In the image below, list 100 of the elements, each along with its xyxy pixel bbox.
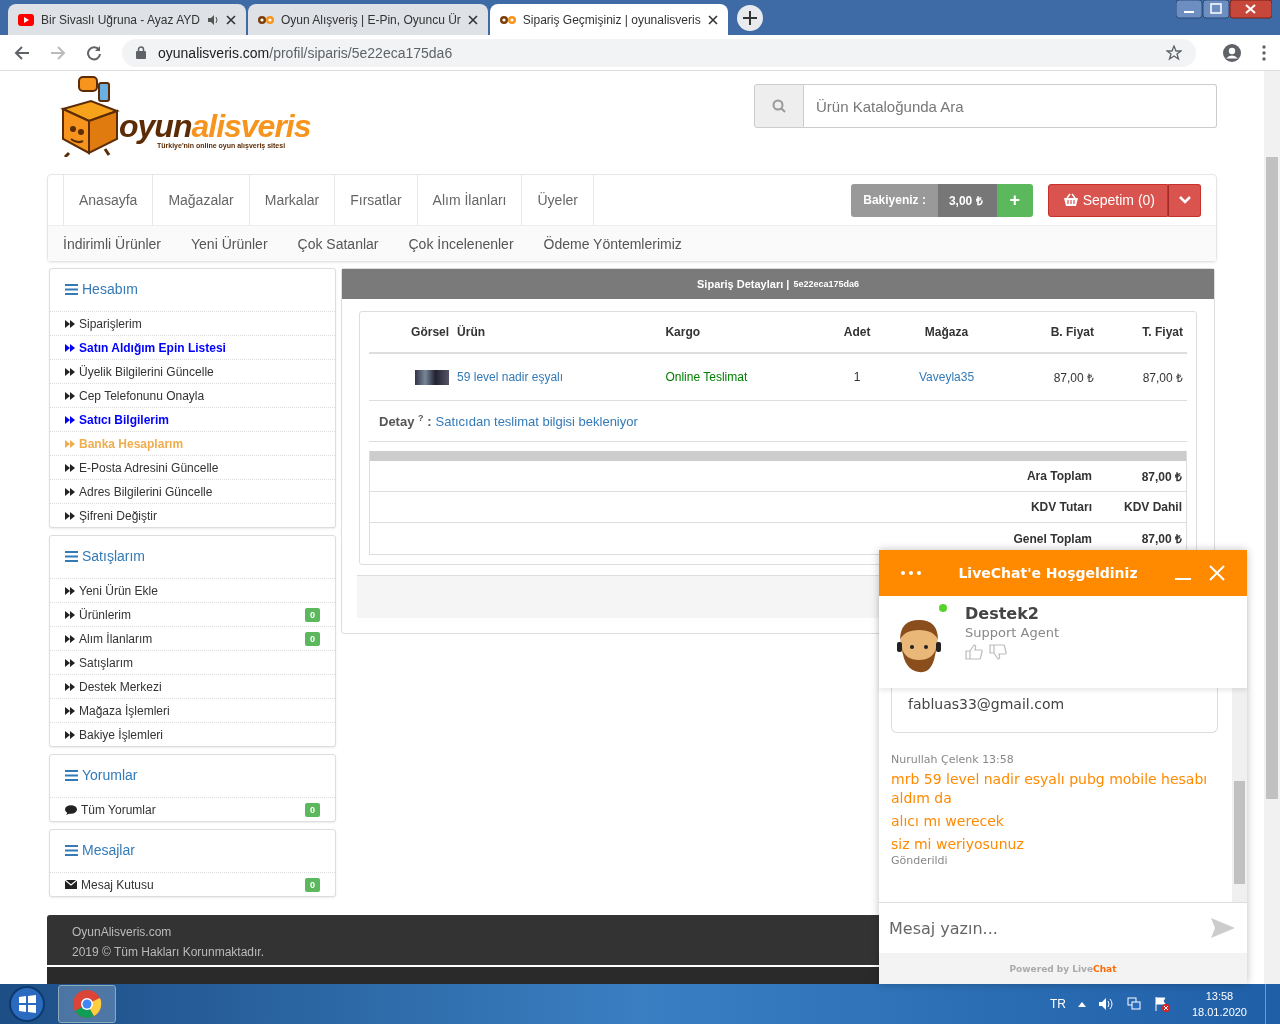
- double-chevron-icon: [65, 633, 75, 644]
- up-caret-icon[interactable]: [1077, 1001, 1086, 1007]
- double-chevron-icon: [65, 438, 75, 449]
- flag-alert-icon[interactable]: [1153, 996, 1170, 1012]
- product-link[interactable]: 59 level nadir eşyalı: [457, 370, 564, 384]
- panel-title[interactable]: Hesabım: [50, 269, 335, 311]
- nav-link[interactable]: Yeni Ürünler: [191, 235, 268, 252]
- total-label: Ara Toplam: [1025, 469, 1092, 483]
- chevron-down-icon: [1178, 196, 1191, 204]
- reload-icon[interactable]: [86, 44, 102, 61]
- nav-link[interactable]: Çok Satanlar: [297, 235, 379, 252]
- column-header: Kargo: [661, 312, 826, 353]
- column-header: T. Fiyat: [1098, 312, 1187, 353]
- clock-time[interactable]: 13:58: [1191, 988, 1247, 1004]
- panel-title: Sipariş Detayları |: [697, 278, 790, 290]
- logo-wordmark[interactable]: oyunalisveris: [119, 110, 311, 142]
- column-header: Görsel: [369, 312, 454, 353]
- star-icon[interactable]: [1166, 44, 1182, 61]
- nav-link[interactable]: Ödeme Yöntemlerimiz: [543, 235, 682, 252]
- clock-date[interactable]: 18.01.2020: [1191, 1004, 1247, 1020]
- sidebar-item[interactable]: Satışlarım: [50, 651, 335, 675]
- start-orb-icon[interactable]: [8, 985, 46, 1023]
- nav-link[interactable]: İndirimli Ürünler: [63, 235, 162, 252]
- more-dots-icon[interactable]: [901, 571, 921, 575]
- sidebar-item[interactable]: Alım İlanlarım 0: [50, 627, 335, 651]
- table-cell: 87,00 ₺: [1053, 370, 1094, 385]
- count-badge: 0: [305, 802, 320, 817]
- panel-title[interactable]: Yorumlar: [50, 755, 335, 797]
- sidebar-item[interactable]: Satın Aldığım Epin Listesi: [50, 336, 335, 360]
- panel-title[interactable]: Satışlarım: [50, 536, 335, 578]
- nav-link[interactable]: Çok İncelenenler: [408, 235, 514, 252]
- search-icon: [772, 99, 786, 113]
- double-chevron-icon: [65, 390, 75, 401]
- double-chevron-icon: [65, 462, 75, 473]
- count-badge: 0: [305, 631, 320, 646]
- sidebar-item[interactable]: Cep Telefonunu Onayla: [50, 384, 335, 408]
- total-label: KDV Tutarı: [1029, 500, 1092, 514]
- speaker-icon[interactable]: [1097, 997, 1114, 1011]
- sidebar-item[interactable]: Satıcı Bilgilerim: [50, 408, 335, 432]
- sidebar-item[interactable]: Adres Bilgilerini Güncelle: [50, 480, 335, 504]
- count-badge: 0: [305, 877, 320, 892]
- double-chevron-icon: [65, 318, 75, 329]
- sidebar-item[interactable]: Üyelik Bilgilerini Güncelle: [50, 360, 335, 384]
- product-thumbnail[interactable]: [415, 369, 450, 385]
- column-header: Adet: [825, 312, 889, 353]
- column-header: Ürün: [453, 312, 662, 353]
- panel-title[interactable]: Mesajlar: [50, 830, 335, 872]
- account-icon[interactable]: [1222, 42, 1242, 63]
- agent-role: Support Agent: [965, 625, 1059, 640]
- sidebar-item[interactable]: Ürünlerim 0: [50, 603, 335, 627]
- store-link[interactable]: Vaveyla35: [918, 370, 975, 384]
- tab-title: Bir Sivaslı Uğruna - Ayaz AYD: [41, 12, 200, 27]
- sidebar-item[interactable]: E-Posta Adresini Güncelle: [50, 456, 335, 480]
- double-chevron-icon: [65, 705, 75, 716]
- double-chevron-icon: [65, 342, 75, 353]
- thumbs-up-icon[interactable]: [965, 644, 983, 660]
- new-tab-icon[interactable]: [735, 3, 764, 32]
- column-header: Mağaza: [888, 312, 1005, 353]
- taskbar-button[interactable]: [58, 985, 116, 1023]
- table-cell: 1: [853, 370, 861, 384]
- sidebar-item[interactable]: Mağaza İşlemleri: [50, 699, 335, 723]
- sidebar-item[interactable]: Tüm Yorumlar 0: [50, 797, 335, 821]
- scrollbar[interactable]: [1232, 688, 1247, 902]
- dropdown-button[interactable]: [1168, 183, 1201, 217]
- sidebar-item[interactable]: Yeni Ürün Ekle: [50, 578, 335, 603]
- sidebar-item[interactable]: Siparişlerim: [50, 311, 335, 336]
- more-menu-icon[interactable]: [1262, 44, 1266, 61]
- sidebar-item[interactable]: Şifreni Değiştir: [50, 504, 335, 527]
- sidebar-item[interactable]: Destek Merkezi: [50, 675, 335, 699]
- speech-bubble-icon: [65, 804, 77, 815]
- window-controls-icon[interactable]: [1176, 0, 1272, 20]
- tab-title: Oyun Alışveriş | E-Pin, Oyuncu Ür: [280, 12, 461, 27]
- double-chevron-icon: [65, 657, 75, 668]
- language-indicator[interactable]: TR: [1049, 997, 1066, 1011]
- table-cell: 87,00 ₺: [1142, 370, 1183, 385]
- detail-text: Satıcıdan teslimat bilgisi bekleniyor: [435, 413, 638, 429]
- table-cell: Online Teslimat: [665, 370, 748, 384]
- browser-tab[interactable]: Bir Sivaslı Uğruna - Ayaz AYD: [8, 4, 246, 35]
- sidebar-item[interactable]: Mesaj Kutusu 0: [50, 872, 335, 896]
- back-arrow-icon[interactable]: [14, 44, 30, 61]
- close-icon[interactable]: [707, 14, 718, 25]
- browser-tab[interactable]: Sipariş Geçmişiniz | oyunalisveris: [489, 4, 728, 35]
- menu-icon: [65, 769, 78, 781]
- menu-icon: [65, 283, 78, 295]
- close-icon[interactable]: [467, 14, 478, 25]
- browser-tab[interactable]: Oyun Alışveriş | E-Pin, Oyuncu Ür: [247, 4, 488, 35]
- address-field[interactable]: oyunalisveris.com/profil/siparis/5e22eca175da6: [122, 38, 1196, 67]
- sidebar-item[interactable]: Bakiye İşlemleri: [50, 723, 335, 746]
- double-chevron-icon: [65, 585, 75, 596]
- cart-button[interactable]: Sepetim (0): [1047, 183, 1168, 217]
- double-chevron-icon: [65, 486, 75, 497]
- lock-icon: [136, 46, 146, 59]
- search-field[interactable]: Ürün Kataloğunda Ara: [804, 84, 1217, 128]
- network-icon[interactable]: [1125, 997, 1142, 1011]
- order-id: 5e22eca175da6: [793, 279, 859, 289]
- double-chevron-icon: [65, 729, 75, 740]
- scrollbar[interactable]: [1264, 71, 1280, 984]
- close-icon[interactable]: [225, 14, 236, 25]
- thumbs-down-icon[interactable]: [989, 644, 1007, 660]
- browser-icon: [72, 989, 102, 1019]
